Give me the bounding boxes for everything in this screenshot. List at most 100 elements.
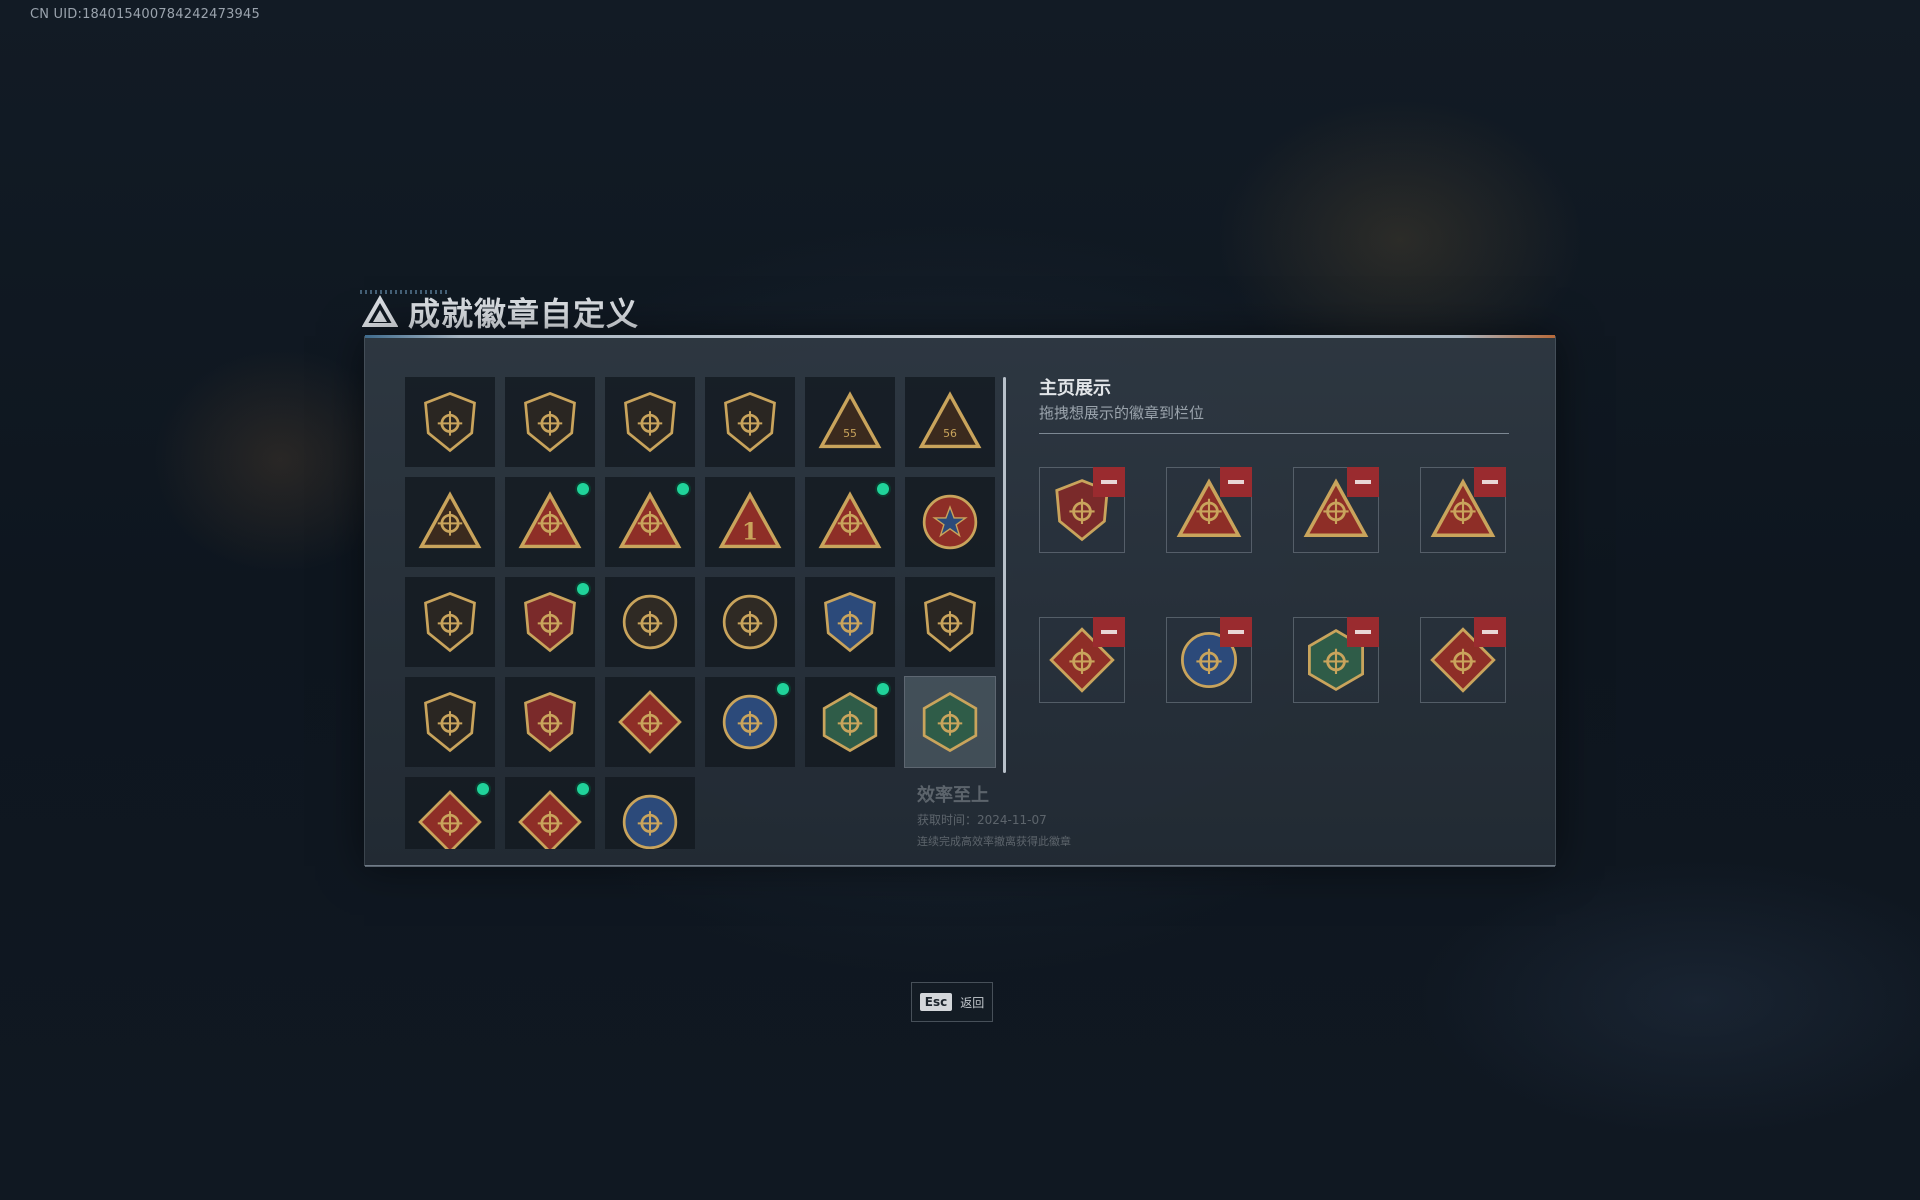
showcase-panel: 主页展示 拖拽想展示的徽章到栏位 [1039,377,1509,703]
minus-icon [1355,480,1371,484]
badge-cell[interactable] [705,377,795,467]
boat-triangle-badge-icon [618,491,682,549]
triangle-frame-badge-icon [418,491,482,549]
showcase-slot[interactable] [1166,467,1252,553]
remove-badge-button[interactable] [1093,617,1125,647]
minus-icon [1482,480,1498,484]
badge-cell[interactable] [605,677,695,767]
showcase-divider [1039,433,1509,434]
remove-badge-button[interactable] [1474,467,1506,497]
badge-cell[interactable] [705,577,795,667]
triangle-55-badge-icon: 55 [818,391,882,449]
showcase-slot[interactable] [1039,467,1125,553]
remove-badge-button[interactable] [1220,617,1252,647]
tooltip-badge-name: 效率至上 [917,785,989,806]
new-badge-dot [877,683,889,695]
showcase-slot[interactable] [1420,617,1506,703]
showcase-slot[interactable] [1039,617,1125,703]
back-label: 返回 [960,995,985,1010]
badge-cell[interactable]: 1 [705,477,795,567]
badge-cell[interactable] [805,677,895,767]
badge-cell[interactable] [904,676,996,768]
tooltip-badge-date: 获取时间：2024-11-07 [917,813,1047,827]
badge-cell[interactable] [505,777,595,849]
badge-cell[interactable] [405,677,495,767]
badge-cell[interactable] [605,377,695,467]
showcase-slot[interactable] [1293,617,1379,703]
badge-cell[interactable] [805,477,895,567]
badge-cell[interactable] [905,577,995,667]
rifle-shield-badge-icon [924,591,976,653]
badge-grid-scrollbar[interactable] [1003,377,1006,773]
small-shield-badge-icon [424,591,476,653]
badge-cell[interactable] [705,677,795,767]
badge-cell[interactable] [405,577,495,667]
dragon-diamond-badge-icon [418,790,482,849]
remove-badge-button[interactable] [1093,467,1125,497]
wings-crest-badge-icon [524,691,576,753]
diamond-shield-badge-icon [624,391,676,453]
star-medal-badge-icon [922,494,978,550]
badge-cell[interactable] [505,577,595,667]
showcase-subtitle: 拖拽想展示的徽章到栏位 [1039,404,1205,422]
svg-text:1: 1 [742,519,758,546]
showcase-slots [1039,467,1506,703]
new-badge-dot [577,583,589,595]
new-badge-dot [577,483,589,495]
skull-round-badge-icon [622,594,678,650]
triangle-56-badge-icon: 56 [918,391,982,449]
runner-diamond-badge-icon [518,790,582,849]
badge-cell[interactable] [605,477,695,567]
target-shield-badge-icon [424,691,476,753]
uid-label: CN UID:184015400784242473945 [30,7,260,22]
page-header: 成就徽章自定义 [362,288,639,336]
minus-icon [1228,630,1244,634]
hornet-hex-badge-icon [822,691,878,753]
wolf-round-badge-icon [622,794,678,849]
arrow-shield-badge-icon [724,391,776,453]
new-badge-dot [777,683,789,695]
badge-cell[interactable] [505,377,595,467]
badge-cell[interactable] [405,477,495,567]
eagle-round-badge-icon [722,694,778,750]
badge-cell[interactable] [405,377,495,467]
badge-customize-dialog: 55 56 1 效率至上 获取时间：2024-11-07 连续完成高效率撤离获得此徽… [364,335,1556,867]
showcase-title: 主页展示 [1039,378,1111,399]
gear-round-badge-icon [722,594,778,650]
dialog-top-border [365,335,1555,338]
flower-triangle-badge-icon [518,491,582,549]
badge-cell[interactable]: 55 [805,377,895,467]
badge-cell[interactable] [405,777,495,849]
remove-badge-button[interactable] [1474,617,1506,647]
new-badge-dot [577,783,589,795]
showcase-slot[interactable] [1166,617,1252,703]
badge-cell[interactable] [505,677,595,767]
badge-cell[interactable]: 56 [905,377,995,467]
badge-cell[interactable] [905,477,995,567]
badge-cell[interactable] [505,477,595,567]
badge-cell[interactable] [605,577,695,667]
back-button[interactable]: Esc 返回 [911,982,993,1022]
minus-icon [1482,630,1498,634]
minus-icon [1101,630,1117,634]
esc-key-hint: Esc [919,993,953,1011]
remove-badge-button[interactable] [1347,617,1379,647]
badge-cell[interactable] [805,577,895,667]
new-badge-dot [477,783,489,795]
helicopter-shield-badge-icon [524,391,576,453]
badge-tooltip: 效率至上 获取时间：2024-11-07 连续完成高效率撤离获得此徽章 [877,771,1137,851]
new-badge-dot [677,483,689,495]
badge-cell[interactable] [605,777,695,849]
red-triangle-badge-icon [818,491,882,549]
remove-badge-button[interactable] [1220,467,1252,497]
wolf-diamond-badge-icon [618,690,682,754]
minus-icon [1355,630,1371,634]
remove-badge-button[interactable] [1347,467,1379,497]
minus-icon [1228,480,1244,484]
delta-logo-icon [362,294,398,327]
showcase-slot[interactable] [1293,467,1379,553]
blue-emblem-badge-icon [824,591,876,653]
svg-text:55: 55 [843,427,857,440]
tooltip-badge-desc: 连续完成高效率撤离获得此徽章 [917,835,1071,848]
showcase-slot[interactable] [1420,467,1506,553]
